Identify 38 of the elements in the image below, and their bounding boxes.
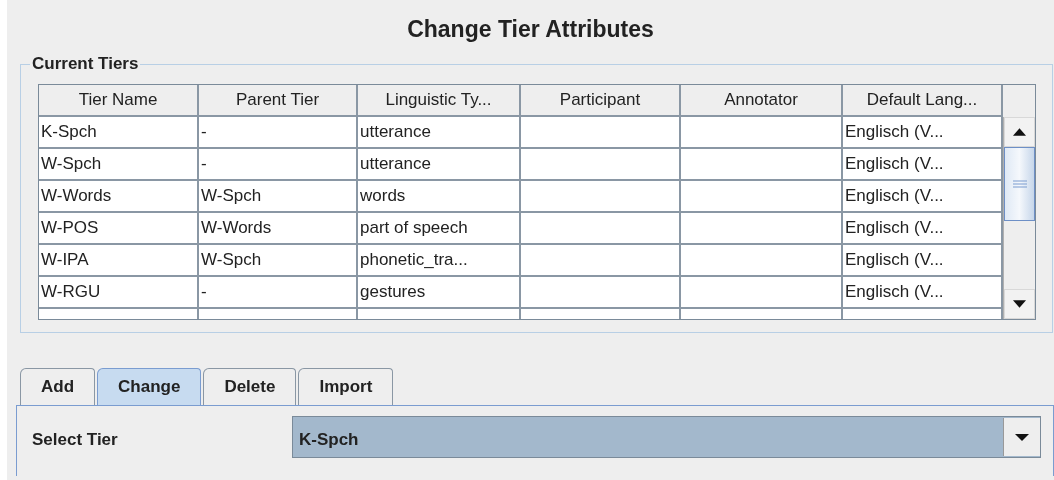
table-cell: part of speech: [358, 213, 521, 245]
column-header[interactable]: Default Lang...: [843, 85, 1003, 117]
table-cell: words: [358, 181, 521, 213]
tier-dropdown[interactable]: K-Spch: [292, 416, 1041, 458]
field-label: Select Tier: [32, 430, 119, 450]
table-cell: W-Spch: [199, 181, 358, 213]
table-cell: K-Spch: [39, 117, 199, 149]
tab[interactable]: Delete: [203, 368, 297, 405]
table-cell: W-Spch: [39, 149, 199, 181]
table-cell: W-Words: [199, 213, 358, 245]
table-cell: utterance: [358, 149, 521, 181]
column-header[interactable]: Annotator: [681, 85, 843, 117]
table-cell: W-Words: [39, 181, 199, 213]
tab[interactable]: Change: [97, 368, 202, 405]
table-cell: W-IPA: [39, 245, 199, 277]
scroll-up-icon[interactable]: [1004, 117, 1035, 147]
dropdown-arrow-icon: [1014, 432, 1030, 442]
table-cell: W-POS: [39, 213, 199, 245]
column-header[interactable]: Parent Tier: [199, 85, 358, 117]
grip-icon: [1012, 180, 1027, 188]
table-cell: phonetic_tra...: [358, 245, 521, 277]
column-header[interactable]: Tier Name: [39, 85, 199, 117]
table-cell: W-Spch: [199, 245, 358, 277]
table-cell: utterance: [358, 117, 521, 149]
tab[interactable]: Add: [20, 368, 96, 405]
scroll-thumb[interactable]: [1004, 147, 1035, 221]
scroll-down-icon[interactable]: [1004, 289, 1035, 319]
table-cell: -: [199, 277, 358, 309]
dialog-title: Change Tier Attributes: [406, 16, 655, 44]
group-title: Current Tiers: [31, 54, 140, 74]
tab[interactable]: Import: [298, 368, 394, 405]
table-cell: -: [199, 149, 358, 181]
column-header[interactable]: Participant: [521, 85, 681, 117]
column-header[interactable]: Linguistic Ty...: [358, 85, 521, 117]
vertical-scrollbar[interactable]: [1003, 117, 1035, 319]
table-cell: -: [199, 117, 358, 149]
table-cell: gestures: [358, 277, 521, 309]
table-cell: W-RGU: [39, 277, 199, 309]
